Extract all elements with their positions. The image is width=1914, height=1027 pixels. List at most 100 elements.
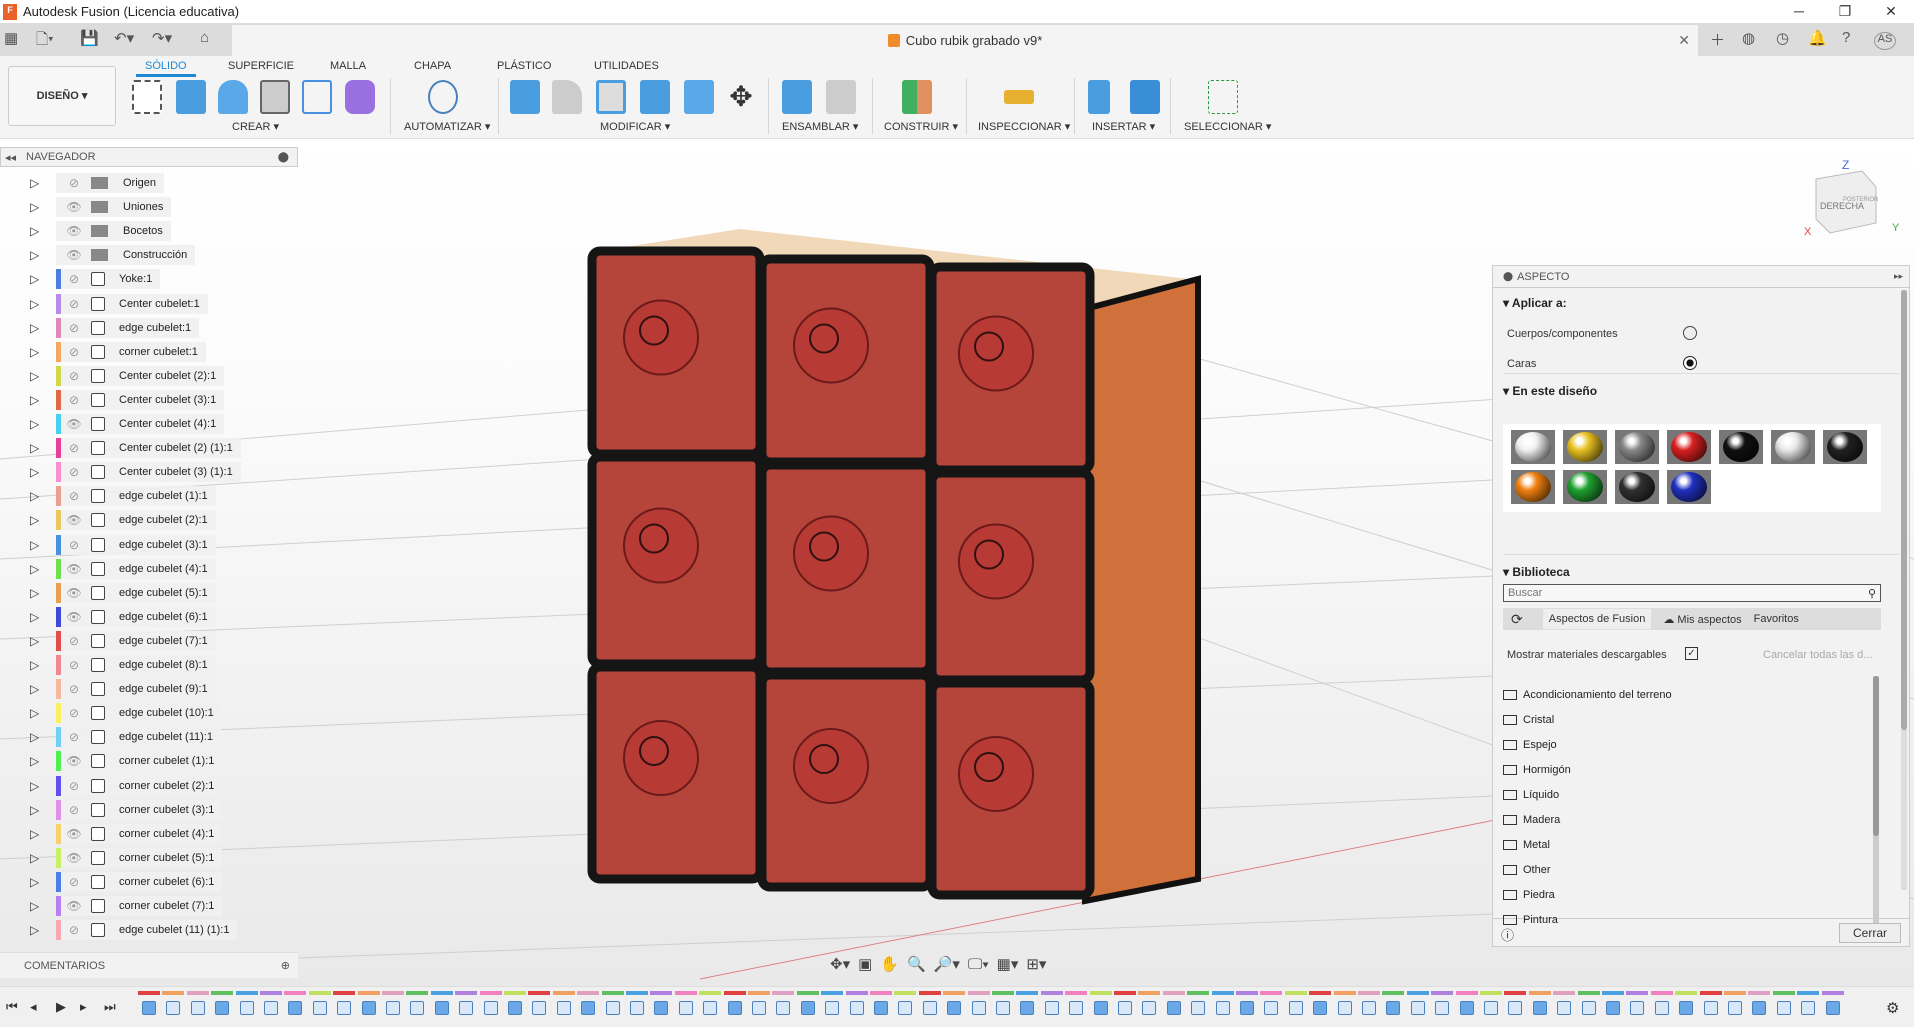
navigator-pin-icon[interactable]: ⬤: [278, 152, 289, 163]
timeline-feature[interactable]: [1264, 1001, 1279, 1015]
library-folder[interactable]: Cristal: [1503, 714, 1554, 726]
group-modificar[interactable]: MODIFICAR ▾: [600, 120, 670, 133]
timeline-feature[interactable]: [556, 1001, 571, 1015]
timeline-feature[interactable]: [1410, 1001, 1425, 1015]
insert-canvas-icon[interactable]: [1130, 80, 1160, 114]
timeline-feature[interactable]: [190, 1001, 205, 1015]
tab-fusion-appearances[interactable]: Aspectos de Fusion: [1542, 609, 1652, 629]
browser-node[interactable]: ▷ ⊘ edge cubelet (9):1: [30, 678, 216, 700]
library-folder[interactable]: Espejo: [1503, 739, 1557, 751]
tab-my-appearances[interactable]: ☁ Mis aspectos: [1663, 613, 1741, 626]
timeline-feature[interactable]: [996, 1001, 1010, 1015]
expand-icon[interactable]: ▷: [30, 586, 44, 600]
shell-icon[interactable]: [596, 80, 626, 114]
timeline-feature[interactable]: [288, 1001, 303, 1015]
expand-icon[interactable]: ▷: [30, 345, 44, 359]
timeline-feature[interactable]: [1020, 1001, 1035, 1015]
tab-malla[interactable]: MALLA: [330, 60, 366, 72]
appearance-swatch[interactable]: [1771, 430, 1815, 464]
timeline-feature[interactable]: [1581, 1001, 1596, 1015]
measure-icon[interactable]: [1004, 90, 1034, 104]
extensions-icon[interactable]: ◍: [1742, 29, 1755, 47]
visible-eye-icon[interactable]: 👁: [63, 200, 85, 214]
go-to-end-icon[interactable]: ⏭: [104, 999, 116, 1015]
visible-eye-icon[interactable]: 👁: [63, 586, 85, 600]
appearance-swatch[interactable]: [1719, 430, 1763, 464]
home-icon[interactable]: ⌂: [200, 29, 209, 46]
viewcube[interactable]: DERECHA POSTERIOR Z X Y: [1804, 158, 1900, 238]
hidden-eye-icon[interactable]: ⊘: [63, 875, 85, 889]
visible-eye-icon[interactable]: 👁: [63, 224, 85, 238]
visible-eye-icon[interactable]: 👁: [63, 610, 85, 624]
add-comment-icon[interactable]: ⊕: [281, 959, 290, 972]
maximize-button[interactable]: ❐: [1822, 0, 1868, 23]
expand-icon[interactable]: ▷: [30, 272, 44, 286]
save-icon[interactable]: 💾: [80, 29, 99, 47]
appearance-swatch[interactable]: [1667, 430, 1711, 464]
appearance-swatch[interactable]: [1615, 470, 1659, 504]
timeline-feature[interactable]: [1654, 1001, 1669, 1015]
timeline-feature[interactable]: [1508, 1001, 1523, 1015]
expand-icon[interactable]: ▷: [30, 562, 44, 576]
timeline-features[interactable]: [138, 991, 1858, 1023]
group-crear[interactable]: CREAR ▾: [232, 120, 279, 133]
timeline-feature[interactable]: [483, 1001, 498, 1015]
expand-icon[interactable]: ▷: [30, 803, 44, 817]
browser-node[interactable]: ▷ 👁 Bocetos: [30, 220, 171, 242]
appearance-swatch[interactable]: [1823, 430, 1867, 464]
browser-node[interactable]: ▷ 👁 Center cubelet (4):1: [30, 413, 225, 435]
timeline-feature[interactable]: [1118, 1001, 1132, 1015]
hidden-eye-icon[interactable]: ⊘: [63, 706, 85, 720]
timeline-feature[interactable]: [703, 1001, 718, 1015]
expand-icon[interactable]: ▷: [30, 321, 44, 335]
cancel-all-downloads-link[interactable]: Cancelar todas las d...: [1763, 649, 1872, 661]
hidden-eye-icon[interactable]: ⊘: [63, 658, 85, 672]
browser-node[interactable]: ▷ 👁 edge cubelet (2):1: [30, 509, 216, 531]
grid-settings-icon[interactable]: ▦▾: [997, 955, 1019, 973]
expand-icon[interactable]: ▷: [30, 465, 44, 479]
file-menu-icon[interactable]: 🗋▾: [36, 29, 54, 54]
browser-node[interactable]: ▷ ⊘ Center cubelet:1: [30, 293, 208, 315]
expand-icon[interactable]: ▷: [30, 610, 44, 624]
press-pull-icon[interactable]: [510, 80, 540, 114]
search-input[interactable]: [1504, 587, 1844, 599]
go-to-start-icon[interactable]: ⏮: [6, 999, 18, 1015]
expand-icon[interactable]: ▷: [30, 513, 44, 527]
browser-node[interactable]: ▷ 👁 edge cubelet (5):1: [30, 582, 216, 604]
browser-node[interactable]: ▷ 👁 edge cubelet (6):1: [30, 606, 216, 628]
group-automatizar[interactable]: AUTOMATIZAR ▾: [404, 120, 490, 133]
appearance-swatch[interactable]: [1511, 470, 1555, 504]
hole-icon[interactable]: [260, 80, 290, 114]
expand-icon[interactable]: ▷: [30, 489, 44, 503]
expand-icon[interactable]: ▷: [30, 417, 44, 431]
browser-node[interactable]: ▷ ⊘ corner cubelet (6):1: [30, 871, 223, 893]
job-status-icon[interactable]: ◷: [1776, 29, 1789, 47]
timeline-feature[interactable]: [752, 1001, 766, 1015]
expand-icon[interactable]: ▷: [30, 224, 44, 238]
timeline-feature[interactable]: [532, 1001, 547, 1015]
expand-icon[interactable]: ▷: [30, 176, 44, 190]
browser-node[interactable]: ▷ ⊘ Center cubelet (3) (1):1: [30, 461, 241, 483]
apply-to-section[interactable]: ▾ Aplicar a:: [1503, 296, 1567, 310]
timeline-feature[interactable]: [1752, 1001, 1767, 1015]
browser-node[interactable]: ▷ 👁 corner cubelet (5):1: [30, 847, 223, 869]
joint-icon[interactable]: [826, 80, 856, 114]
close-window-button[interactable]: ✕: [1868, 0, 1914, 23]
timeline-feature[interactable]: [312, 1001, 327, 1015]
tab-superficie[interactable]: SUPERFICIE: [228, 60, 294, 72]
move-icon[interactable]: ✥: [726, 80, 756, 114]
close-tab-icon[interactable]: ✕: [1678, 32, 1690, 49]
timeline-feature[interactable]: [1728, 1001, 1742, 1015]
in-design-section[interactable]: ▾ En este diseño: [1503, 373, 1899, 398]
folder-list-scrollbar[interactable]: [1873, 676, 1879, 938]
tab-plastico[interactable]: PLÁSTICO: [497, 60, 551, 72]
expand-icon[interactable]: ▷: [30, 248, 44, 262]
timeline-feature[interactable]: [849, 1001, 864, 1015]
expand-icon[interactable]: ▷: [30, 827, 44, 841]
timeline-feature[interactable]: [898, 1001, 913, 1015]
timeline-feature[interactable]: [1630, 1001, 1645, 1015]
display-settings-icon[interactable]: 🖵▾: [968, 956, 989, 973]
create-form-icon[interactable]: [345, 80, 375, 114]
browser-node[interactable]: ▷ ⊘ edge cubelet (7):1: [30, 630, 216, 652]
browser-node[interactable]: ▷ 👁 Uniones: [30, 196, 172, 218]
